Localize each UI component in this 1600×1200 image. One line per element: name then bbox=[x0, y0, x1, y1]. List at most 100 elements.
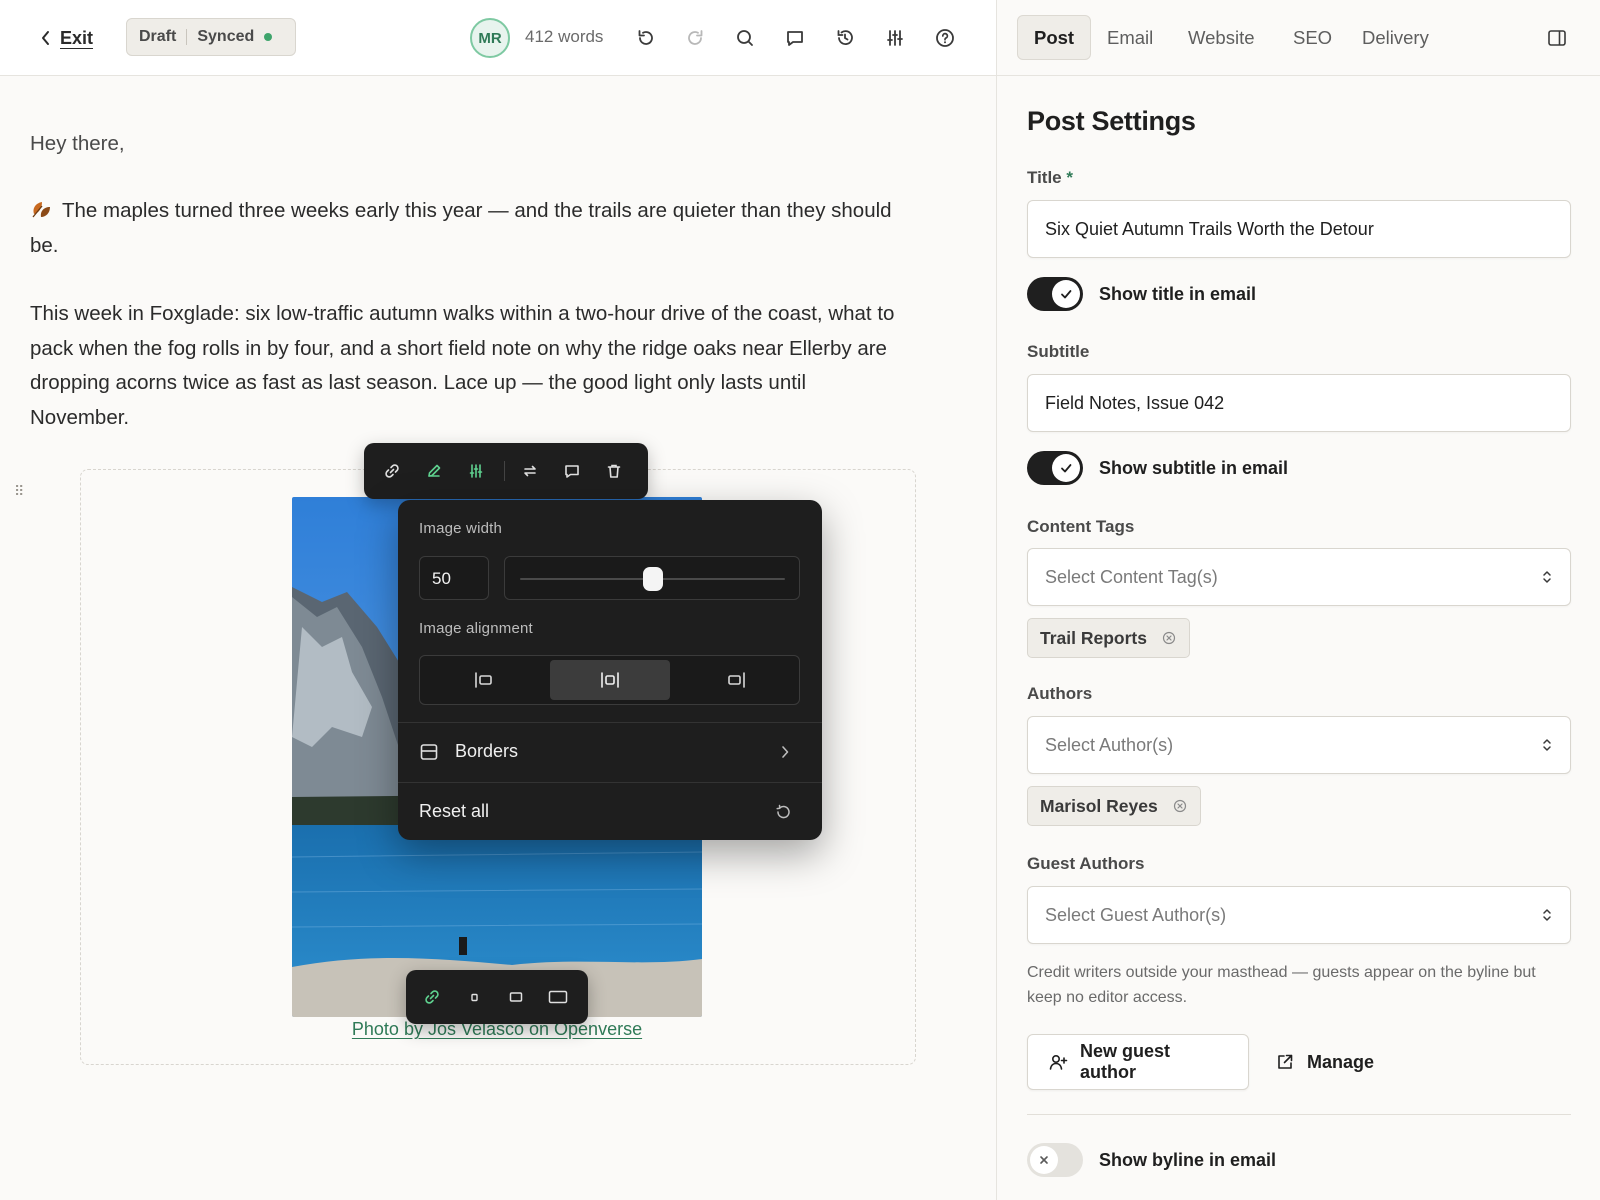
tab-seo[interactable]: SEO bbox=[1277, 15, 1348, 60]
chevron-updown-icon bbox=[1541, 906, 1553, 924]
settings-sidebar: Post Email Website SEO Delivery Post Set… bbox=[996, 0, 1600, 1200]
authors-label: Authors bbox=[1027, 684, 1093, 703]
guest-authors-select[interactable]: Select Guest Author(s) bbox=[1027, 886, 1571, 944]
history-icon[interactable] bbox=[831, 24, 859, 52]
title-field[interactable]: Six Quiet Autumn Trails Worth the Detour bbox=[1027, 200, 1571, 258]
image-width-input[interactable]: 50 bbox=[419, 556, 489, 600]
comment-icon[interactable] bbox=[558, 457, 586, 485]
intro-text: The maples turned three weeks early this… bbox=[30, 199, 892, 257]
tab-email[interactable]: Email bbox=[1091, 15, 1169, 60]
avatar[interactable]: MR bbox=[470, 18, 510, 58]
tab-post[interactable]: Post bbox=[1017, 15, 1092, 60]
status-draft: Draft bbox=[139, 28, 177, 45]
panel-toggle-icon[interactable] bbox=[1543, 24, 1571, 52]
word-count: 412 words bbox=[525, 27, 604, 46]
reset-icon bbox=[773, 802, 793, 822]
external-link-icon bbox=[1275, 1052, 1295, 1072]
chevron-left-icon bbox=[40, 30, 52, 46]
replace-icon[interactable] bbox=[516, 457, 544, 485]
size-large-icon[interactable] bbox=[544, 983, 572, 1011]
toolbar-divider bbox=[504, 461, 505, 481]
settings-tabs: Post Email Website SEO Delivery bbox=[997, 0, 1600, 76]
intro-paragraph[interactable]: The maples turned three weeks early this… bbox=[30, 194, 910, 263]
content-tags-placeholder: Select Content Tag(s) bbox=[1045, 566, 1218, 587]
author-chip-label: Marisol Reyes bbox=[1040, 795, 1158, 816]
status-badge: Draft Synced bbox=[126, 18, 296, 56]
redo-icon[interactable] bbox=[681, 24, 709, 52]
size-medium-icon[interactable] bbox=[502, 983, 530, 1011]
show-subtitle-toggle-row[interactable]: Show subtitle in email bbox=[1027, 450, 1288, 486]
remove-chip-icon[interactable] bbox=[1161, 630, 1177, 646]
guest-authors-placeholder: Select Guest Author(s) bbox=[1045, 904, 1227, 925]
greeting-paragraph[interactable]: Hey there, bbox=[30, 127, 910, 162]
section-divider bbox=[1027, 1114, 1571, 1115]
manage-button[interactable]: Manage bbox=[1275, 1034, 1374, 1090]
align-center-icon[interactable] bbox=[550, 660, 670, 700]
content-tag-chip-label: Trail Reports bbox=[1040, 627, 1147, 648]
size-small-icon[interactable] bbox=[460, 983, 488, 1011]
title-label-text: Title bbox=[1027, 168, 1062, 187]
help-icon[interactable] bbox=[931, 24, 959, 52]
show-title-toggle[interactable] bbox=[1027, 277, 1083, 311]
close-icon bbox=[1030, 1146, 1058, 1174]
content-tag-chip: Trail Reports bbox=[1027, 618, 1190, 658]
manage-label: Manage bbox=[1307, 1051, 1375, 1072]
check-icon bbox=[1052, 454, 1080, 482]
fallen-leaf-icon bbox=[30, 198, 54, 220]
remove-chip-icon[interactable] bbox=[1172, 798, 1188, 814]
exit-label: Exit bbox=[60, 27, 94, 48]
image-size-toolbar bbox=[406, 970, 588, 1024]
tab-delivery[interactable]: Delivery bbox=[1346, 15, 1445, 60]
slider-thumb[interactable] bbox=[642, 567, 663, 591]
required-mark: * bbox=[1066, 168, 1073, 187]
drag-handle-icon[interactable]: ⠿ bbox=[14, 483, 24, 500]
image-width-label: Image width bbox=[419, 520, 503, 537]
guest-authors-label: Guest Authors bbox=[1027, 854, 1145, 873]
image-alignment-group bbox=[419, 655, 800, 705]
tab-website[interactable]: Website bbox=[1172, 15, 1271, 60]
new-guest-author-label: New guest author bbox=[1080, 1041, 1171, 1082]
show-byline-toggle-row[interactable]: Show byline in email bbox=[1027, 1142, 1276, 1178]
borders-label: Borders bbox=[455, 741, 519, 761]
trash-icon[interactable] bbox=[600, 457, 628, 485]
title-label: Title * bbox=[1027, 168, 1073, 188]
link-icon[interactable] bbox=[378, 457, 406, 485]
reset-all-label: Reset all bbox=[419, 801, 490, 821]
sliders-icon[interactable] bbox=[462, 457, 490, 485]
borders-row[interactable]: Borders bbox=[398, 723, 822, 781]
content-tags-label: Content Tags bbox=[1027, 517, 1135, 536]
link-icon[interactable] bbox=[418, 983, 446, 1011]
page-title: Post Settings bbox=[1027, 106, 1196, 136]
show-subtitle-label: Show subtitle in email bbox=[1099, 457, 1289, 478]
body-paragraph[interactable]: This week in Foxglade: six low-traffic a… bbox=[30, 297, 910, 435]
pencil-icon[interactable] bbox=[420, 457, 448, 485]
sliders-icon[interactable] bbox=[881, 24, 909, 52]
undo-icon[interactable] bbox=[632, 24, 660, 52]
image-width-slider[interactable] bbox=[504, 556, 800, 600]
content-tags-select[interactable]: Select Content Tag(s) bbox=[1027, 548, 1571, 606]
subtitle-field[interactable]: Field Notes, Issue 042 bbox=[1027, 374, 1571, 432]
image-toolbar bbox=[364, 443, 648, 499]
author-chip: Marisol Reyes bbox=[1027, 786, 1201, 826]
guest-authors-help: Credit writers outside your masthead — g… bbox=[1027, 964, 1536, 1006]
show-subtitle-toggle[interactable] bbox=[1027, 451, 1083, 485]
synced-dot-icon bbox=[264, 33, 273, 41]
search-icon[interactable] bbox=[731, 24, 759, 52]
comment-icon[interactable] bbox=[781, 24, 809, 52]
show-byline-toggle[interactable] bbox=[1027, 1143, 1083, 1177]
chevron-updown-icon bbox=[1541, 736, 1553, 754]
show-byline-label: Show byline in email bbox=[1099, 1149, 1277, 1170]
new-guest-author-button[interactable]: New guest author bbox=[1027, 1034, 1249, 1090]
exit-button[interactable]: Exit bbox=[40, 24, 93, 52]
show-title-toggle-row[interactable]: Show title in email bbox=[1027, 276, 1256, 312]
add-user-icon bbox=[1048, 1052, 1068, 1072]
check-icon bbox=[1052, 280, 1080, 308]
align-right-icon[interactable] bbox=[676, 660, 796, 700]
subtitle-label: Subtitle bbox=[1027, 342, 1090, 361]
image-alignment-label: Image alignment bbox=[419, 620, 533, 637]
align-left-icon[interactable] bbox=[424, 660, 544, 700]
authors-select[interactable]: Select Author(s) bbox=[1027, 716, 1571, 774]
editor-canvas[interactable]: Hey there, The maples turned three weeks… bbox=[0, 77, 996, 1200]
status-synced: Synced bbox=[197, 28, 255, 45]
reset-all-row[interactable]: Reset all bbox=[398, 783, 822, 841]
